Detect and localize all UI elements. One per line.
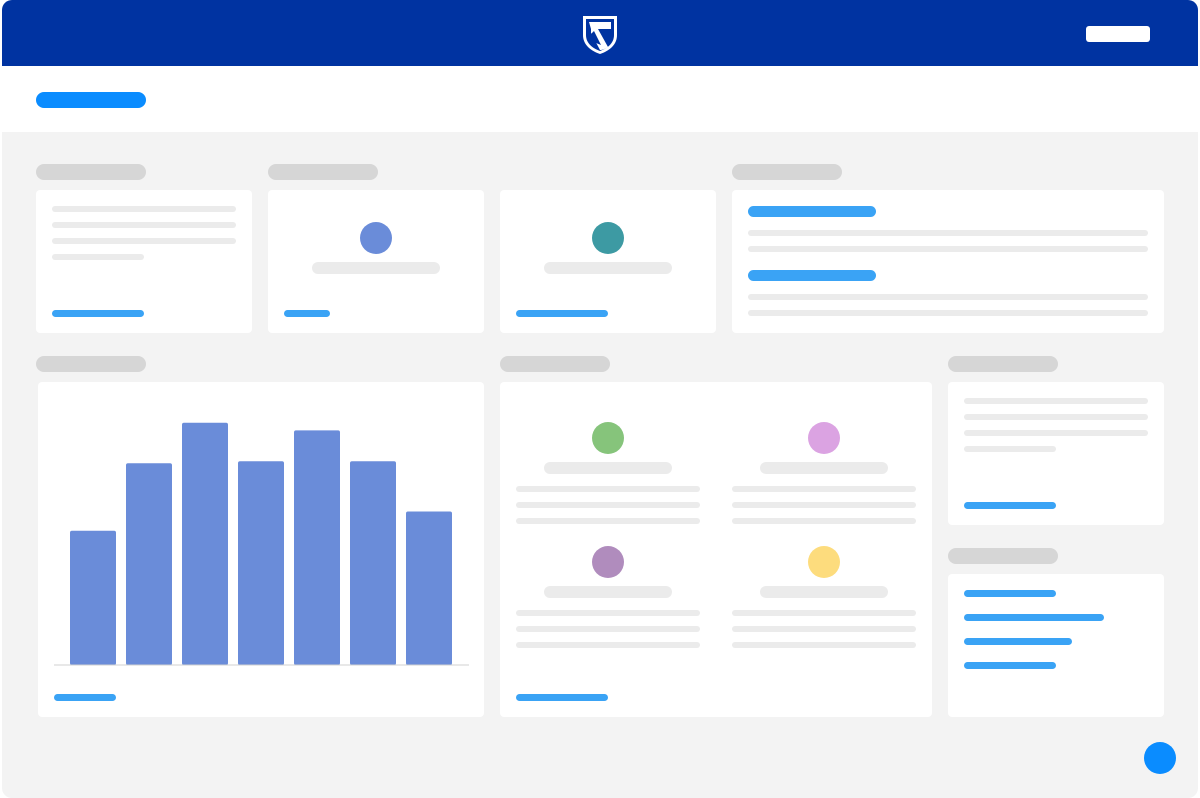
people-link[interactable] (516, 694, 608, 701)
text-line (964, 398, 1148, 404)
list-link[interactable] (964, 662, 1056, 669)
text-line (748, 294, 1148, 300)
chart-bar-4 (238, 461, 284, 665)
card-link[interactable] (516, 310, 608, 317)
section-heading-2 (268, 164, 378, 180)
chart-bar-6 (350, 461, 396, 665)
text-line (732, 642, 916, 648)
section-heading-people (500, 356, 610, 372)
section-heading-1 (36, 164, 146, 180)
section-heading-4 (732, 164, 842, 180)
people-grid-card (500, 382, 932, 717)
text-line (52, 254, 144, 260)
person-name (544, 462, 672, 474)
section-heading-side-2 (948, 548, 1058, 564)
avatar-circle-icon (592, 222, 624, 254)
section-heading-side-1 (948, 356, 1058, 372)
text-line (748, 246, 1148, 252)
detail-heading[interactable] (748, 206, 876, 217)
text-line (964, 446, 1056, 452)
chart-bar-3 (182, 422, 228, 665)
text-line (516, 610, 700, 616)
text-line (964, 414, 1148, 420)
person-name (760, 462, 888, 474)
text-line (516, 518, 700, 524)
section-heading-chart (36, 356, 146, 372)
person-avatar-icon (808, 546, 840, 578)
text-line (516, 502, 700, 508)
text-line (732, 626, 916, 632)
text-line (732, 502, 916, 508)
bar-chart-card (38, 382, 484, 717)
summary-card-details (732, 190, 1164, 333)
summary-card-text (36, 190, 252, 333)
avatar-circle-icon (360, 222, 392, 254)
card-link[interactable] (284, 310, 330, 317)
person-avatar-icon (592, 422, 624, 454)
list-link[interactable] (964, 614, 1104, 621)
text-line (748, 310, 1148, 316)
avatar-label (544, 262, 672, 274)
shield-logo-icon (583, 16, 617, 54)
text-line (52, 222, 236, 228)
text-line (516, 626, 700, 632)
text-line (732, 518, 916, 524)
list-link[interactable] (964, 590, 1056, 597)
list-link[interactable] (964, 638, 1072, 645)
chart-bar-5 (294, 430, 340, 665)
summary-card-avatar-1 (268, 190, 484, 333)
side-card-text (948, 382, 1164, 525)
person-name (760, 586, 888, 598)
app-frame (2, 0, 1198, 798)
text-line (964, 430, 1148, 436)
avatar-label (312, 262, 440, 274)
text-line (516, 486, 700, 492)
text-line (732, 486, 916, 492)
text-line (516, 642, 700, 648)
text-line (748, 230, 1148, 236)
fab-circle-icon[interactable] (1144, 742, 1176, 774)
card-link[interactable] (964, 502, 1056, 509)
detail-heading[interactable] (748, 270, 876, 281)
chart-bar-7 (406, 511, 452, 665)
chart-bar-2 (126, 463, 172, 665)
header-action-button[interactable] (1086, 26, 1150, 42)
text-line (732, 610, 916, 616)
text-line (52, 238, 236, 244)
page-title-placeholder (36, 92, 146, 108)
chart-link[interactable] (54, 694, 116, 701)
person-avatar-icon (592, 546, 624, 578)
card-link[interactable] (52, 310, 144, 317)
chart-bar-1 (70, 530, 116, 665)
text-line (52, 206, 236, 212)
top-header (2, 0, 1198, 66)
summary-card-avatar-2 (500, 190, 716, 333)
side-card-links (948, 574, 1164, 717)
person-name (544, 586, 672, 598)
bar-chart (54, 422, 469, 666)
person-avatar-icon (808, 422, 840, 454)
sub-header (2, 66, 1198, 132)
